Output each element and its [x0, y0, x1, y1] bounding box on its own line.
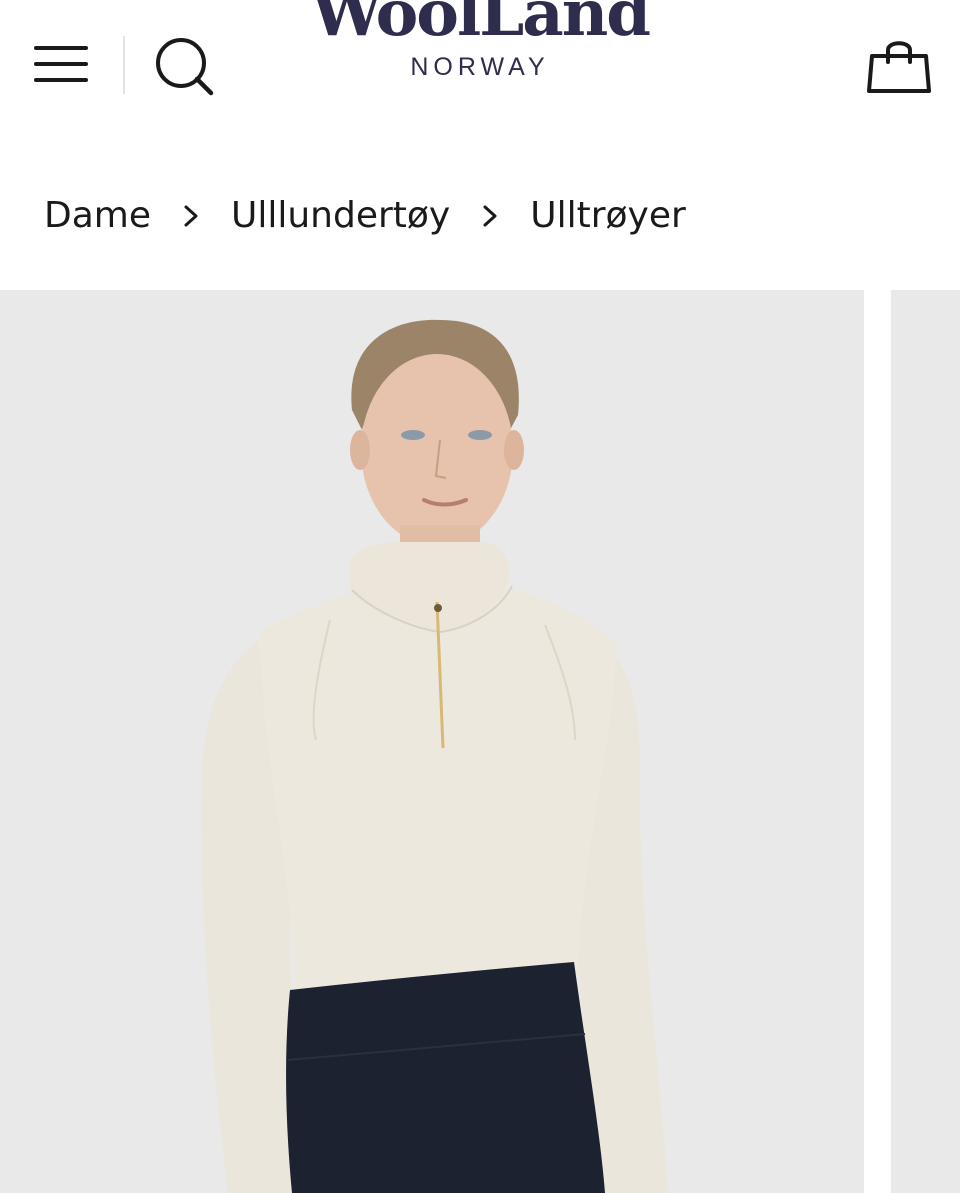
brand-logo[interactable]: WoolLand NORWAY: [300, 0, 660, 98]
product-photo: [0, 290, 864, 1193]
breadcrumb: Dame Ulllundertøy Ulltrøyer: [44, 188, 686, 242]
chevron-right-icon: [450, 198, 530, 233]
search-button[interactable]: [154, 36, 216, 98]
site-header: WoolLand NORWAY: [0, 0, 960, 130]
product-image-slide[interactable]: [0, 290, 864, 1193]
brand-name: WoolLand: [310, 0, 651, 51]
cart-button[interactable]: [866, 36, 932, 96]
search-icon: [156, 38, 214, 96]
hamburger-menu-icon: [34, 46, 88, 82]
breadcrumb-item-dame[interactable]: Dame: [44, 195, 151, 236]
next-image-slide[interactable]: [891, 290, 960, 1193]
menu-button[interactable]: [34, 42, 88, 86]
chevron-right-icon: [151, 198, 231, 233]
shopping-bag-icon: [867, 41, 931, 93]
brand-country: NORWAY: [410, 53, 550, 81]
product-image-gallery[interactable]: [0, 290, 960, 1193]
header-divider: [123, 36, 125, 94]
breadcrumb-item-current: Ulltrøyer: [530, 194, 686, 236]
breadcrumb-item-ullundertoy[interactable]: Ulllundertøy: [231, 195, 450, 236]
